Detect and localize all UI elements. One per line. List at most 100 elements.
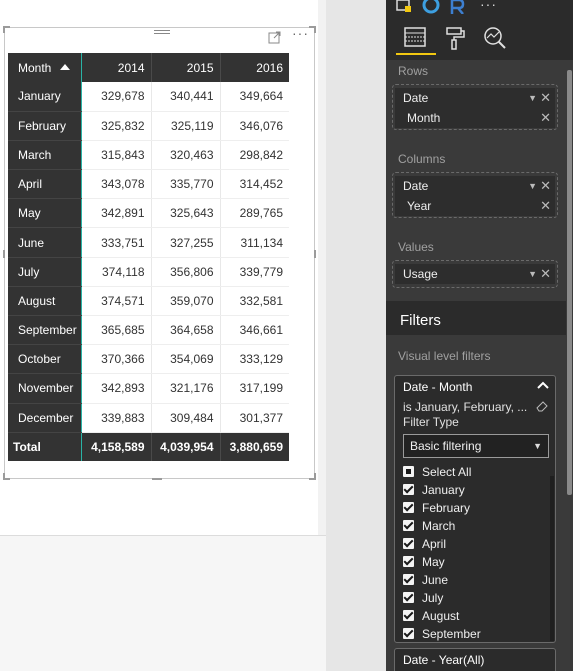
filter-select-all[interactable]: Select All [403,464,471,482]
filter-option[interactable]: August [403,608,459,626]
row-header-month[interactable]: October [8,344,82,375]
row-header-month[interactable]: June [8,227,82,258]
row-header-month[interactable]: February [8,111,82,141]
analytics-magnifier-icon[interactable] [482,26,510,52]
resize-handle-left[interactable] [3,250,5,258]
filter-type-value: Basic filtering [410,439,482,453]
matrix-cell: 346,076 [220,111,289,141]
filter-summary: is January, February, ... [403,400,528,414]
checkbox[interactable] [403,502,414,513]
arcgis-icon[interactable] [422,0,440,14]
dropdown-icon[interactable]: ▼ [528,176,537,196]
matrix-cell: 343,078 [81,169,152,200]
resize-handle-bottom[interactable] [152,478,162,480]
row-header-month[interactable]: August [8,286,82,317]
format-paint-roller-icon[interactable] [442,26,470,52]
r-visual-icon[interactable] [450,0,466,14]
resize-handle-right[interactable] [314,250,316,258]
filter-option[interactable]: May [403,554,445,572]
checkbox[interactable] [403,538,414,549]
values-field-usage[interactable]: Usage ▼ ✕ [395,264,555,284]
filter-card-title[interactable]: Date - Month [403,380,472,394]
columns-field-year[interactable]: Year ✕ [395,196,555,216]
row-header-month[interactable]: January [8,82,82,112]
collapse-chevron-icon[interactable] [537,380,549,390]
checkbox[interactable] [403,592,414,603]
columns-field-date[interactable]: Date ▼ ✕ [395,176,555,196]
row-header-month[interactable]: May [8,198,82,229]
canvas-bottom-band [0,535,326,671]
filter-option[interactable]: March [403,518,455,536]
matrix-cell: 325,119 [151,111,221,141]
row-header-month[interactable]: July [8,257,82,287]
custom-visual-icon[interactable] [396,0,412,12]
year-column-header[interactable]: 2015 [151,53,221,82]
resize-handle-tl[interactable] [3,26,5,33]
fields-tab-icon[interactable] [402,26,430,52]
checkbox[interactable] [403,466,414,477]
pane-scrollbar-thumb[interactable] [567,70,572,495]
more-visuals-icon[interactable]: ··· [480,0,497,12]
columns-well[interactable]: Date ▼ ✕ Year ✕ [392,172,558,218]
field-label: Year [407,199,432,213]
row-header-month[interactable]: September [8,315,82,346]
month-column-header[interactable]: Month [8,53,82,82]
filter-option-label: August [422,609,460,623]
matrix-cell: 314,452 [220,169,289,200]
matrix-cell: 333,129 [220,344,289,375]
matrix-row: September 365,685 364,658 346,661 [8,315,289,346]
filter-option[interactable]: January [403,482,465,500]
row-header-month[interactable]: December [8,403,82,433]
remove-field-icon[interactable]: ✕ [540,108,551,128]
filter-type-select[interactable]: Basic filtering ▼ [403,434,549,458]
checkbox[interactable] [403,628,414,639]
filter-option[interactable]: April [403,536,446,554]
total-value: 4,158,589 [81,432,152,462]
checkbox[interactable] [403,520,414,531]
year-column-header[interactable]: 2014 [81,53,152,82]
remove-field-icon[interactable]: ✕ [540,264,551,284]
focus-mode-icon[interactable] [268,30,282,44]
matrix-cell: 349,664 [220,82,289,112]
resize-handle-br[interactable] [314,473,316,480]
matrix-cell: 309,484 [151,403,221,433]
matrix-row: May 342,891 325,643 289,765 [8,198,289,229]
matrix-cell: 359,070 [151,286,221,317]
row-header-month[interactable]: March [8,140,82,171]
more-options-icon[interactable]: ··· [292,26,310,42]
dropdown-icon[interactable]: ▼ [528,88,537,108]
remove-field-icon[interactable]: ✕ [540,176,551,196]
matrix-visual[interactable]: ··· Month 2014 2015 2016 January 329,678 3… [4,26,315,479]
filter-option[interactable]: February [403,500,470,518]
matrix-row: February 325,832 325,119 346,076 [8,111,289,141]
filter-card-date-month[interactable]: Date - Month is January, February, ... F… [394,375,556,643]
checkbox[interactable] [403,574,414,585]
drag-grip-icon[interactable] [154,30,170,38]
filter-option[interactable]: September [403,626,481,644]
remove-field-icon[interactable]: ✕ [540,196,551,216]
row-header-month[interactable]: November [8,373,82,404]
checkbox[interactable] [403,556,414,567]
values-well[interactable]: Usage ▼ ✕ [392,260,558,288]
clear-filter-eraser-icon[interactable] [535,400,549,412]
row-header-month[interactable]: April [8,169,82,200]
sort-ascending-icon[interactable] [60,63,71,70]
rows-well[interactable]: Date ▼ ✕ Month ✕ [392,84,558,130]
year-column-header[interactable]: 2016 [220,53,289,82]
filter-option[interactable]: July [403,590,443,608]
rows-field-month[interactable]: Month ✕ [395,108,555,128]
filter-list-scrollbar[interactable] [550,476,554,641]
matrix-table: Month 2014 2015 2016 January 329,678 340,4… [8,53,289,462]
resize-handle-bl[interactable] [3,473,5,480]
filter-card-date-year[interactable]: Date - Year(All) [394,648,556,671]
dropdown-icon[interactable]: ▼ [528,264,537,284]
rows-field-date[interactable]: Date ▼ ✕ [395,88,555,108]
filter-option[interactable]: June [403,572,448,590]
remove-field-icon[interactable]: ✕ [540,88,551,108]
filter-option-label: June [422,573,449,587]
resize-handle-tr[interactable] [314,26,316,33]
properties-pane: ··· Rows Date ▼ ✕ Month ✕ Columns Date ▼… [386,0,573,671]
pane-scrollbar[interactable] [566,60,573,671]
checkbox[interactable] [403,484,414,495]
checkbox[interactable] [403,610,414,621]
